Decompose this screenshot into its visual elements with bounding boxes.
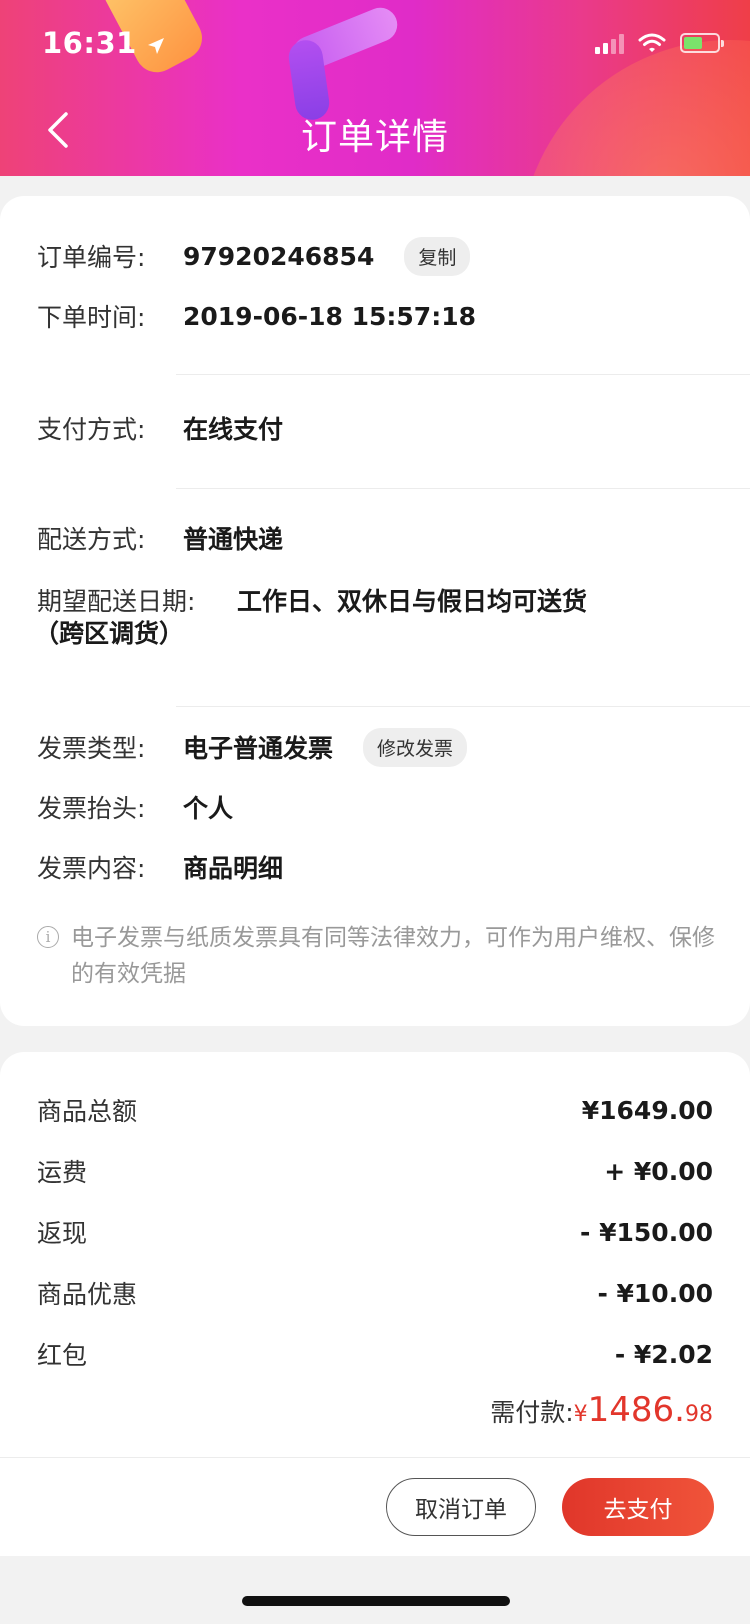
cancel-order-button[interactable]: 取消订单: [386, 1478, 536, 1536]
payable-currency: ¥: [573, 1402, 588, 1427]
amount-value: - ¥150.00: [580, 1217, 713, 1247]
delivery-value: 普通快递: [183, 525, 284, 554]
divider: [176, 706, 750, 707]
bottom-action-bar: 取消订单 去支付: [0, 1457, 750, 1556]
amount-value: + ¥0.00: [604, 1156, 713, 1186]
header: 16:31 订单详情: [0, 0, 750, 176]
invoice-title-row: 发票抬头: 个人: [37, 787, 233, 827]
pay-button[interactable]: 去支付: [562, 1478, 714, 1536]
amount-row: 红包 - ¥2.02: [37, 1336, 713, 1372]
amount-row: 运费 + ¥0.00: [37, 1153, 713, 1189]
invoice-type-row: 发票类型: 电子普通发票 修改发票: [37, 727, 468, 767]
status-icons: [595, 32, 724, 54]
order-time-row: 下单时间: 2019-06-18 15:57:18: [37, 296, 476, 336]
status-time: 16:31: [42, 26, 165, 60]
order-number-label: 订单编号:: [37, 243, 146, 272]
invoice-content-value: 商品明细: [183, 854, 284, 883]
divider: [176, 488, 750, 489]
order-info-card: 订单编号: 97920246854 复制 下单时间: 2019-06-18 15…: [0, 196, 750, 1026]
invoice-content-label: 发票内容:: [37, 854, 146, 883]
amount-label: 商品优惠: [37, 1280, 138, 1309]
invoice-title-value: 个人: [183, 794, 234, 823]
payable-integer: 1486.: [587, 1390, 685, 1430]
invoice-note-text: 电子发票与纸质发票具有同等法律效力，可作为用户维权、保修的有效凭据: [71, 925, 715, 987]
page-title: 订单详情: [300, 117, 449, 158]
amount-row: 商品优惠 - ¥10.00: [37, 1275, 713, 1311]
amount-row: 商品总额 ¥1649.00: [37, 1092, 713, 1128]
status-time-text: 16:31: [42, 26, 137, 60]
payment-label: 支付方式:: [37, 415, 146, 444]
home-indicator[interactable]: [242, 1596, 510, 1606]
amount-value: - ¥2.02: [614, 1339, 713, 1369]
info-icon: i: [37, 926, 59, 948]
invoice-type-label: 发票类型:: [37, 734, 146, 763]
expected-date-note-row: （跨区调货）: [34, 612, 184, 652]
payable-decimal: 98: [685, 1402, 713, 1427]
order-number-value: 97920246854: [183, 241, 375, 271]
payable-label: 需付款:: [490, 1398, 574, 1427]
copy-button[interactable]: 复制: [404, 236, 471, 276]
invoice-note: i 电子发票与纸质发票具有同等法律效力，可作为用户维权、保修的有效凭据: [37, 920, 717, 992]
amount-label: 商品总额: [37, 1097, 138, 1126]
order-number-row: 订单编号: 97920246854 复制: [37, 236, 471, 276]
battery-icon: [680, 33, 724, 53]
invoice-type-value: 电子普通发票: [183, 734, 334, 763]
order-time-label: 下单时间:: [37, 303, 146, 332]
cellular-signal-icon: [595, 32, 624, 54]
payment-row: 支付方式: 在线支付: [37, 408, 283, 448]
payment-value: 在线支付: [183, 415, 284, 444]
amount-label: 红包: [37, 1341, 88, 1370]
delivery-row: 配送方式: 普通快递: [37, 518, 283, 558]
amount-value: - ¥10.00: [597, 1278, 713, 1308]
payable-total: 需付款: ¥ 1486. 98: [490, 1390, 713, 1430]
amount-row: 返现 - ¥150.00: [37, 1214, 713, 1250]
location-arrow-icon: [148, 38, 165, 54]
expected-date-note: （跨区调货）: [34, 619, 185, 648]
expected-date-value: 工作日、双休日与假日均可送货: [237, 587, 588, 616]
wifi-icon: [638, 33, 666, 52]
invoice-content-row: 发票内容: 商品明细: [37, 847, 283, 887]
order-time-value: 2019-06-18 15:57:18: [183, 301, 476, 331]
invoice-title-label: 发票抬头:: [37, 794, 146, 823]
divider: [176, 374, 750, 375]
amount-label: 返现: [37, 1219, 88, 1248]
delivery-label: 配送方式:: [37, 525, 146, 554]
amount-value: ¥1649.00: [581, 1095, 713, 1125]
edit-invoice-button[interactable]: 修改发票: [363, 727, 468, 767]
amount-label: 运费: [37, 1158, 88, 1187]
